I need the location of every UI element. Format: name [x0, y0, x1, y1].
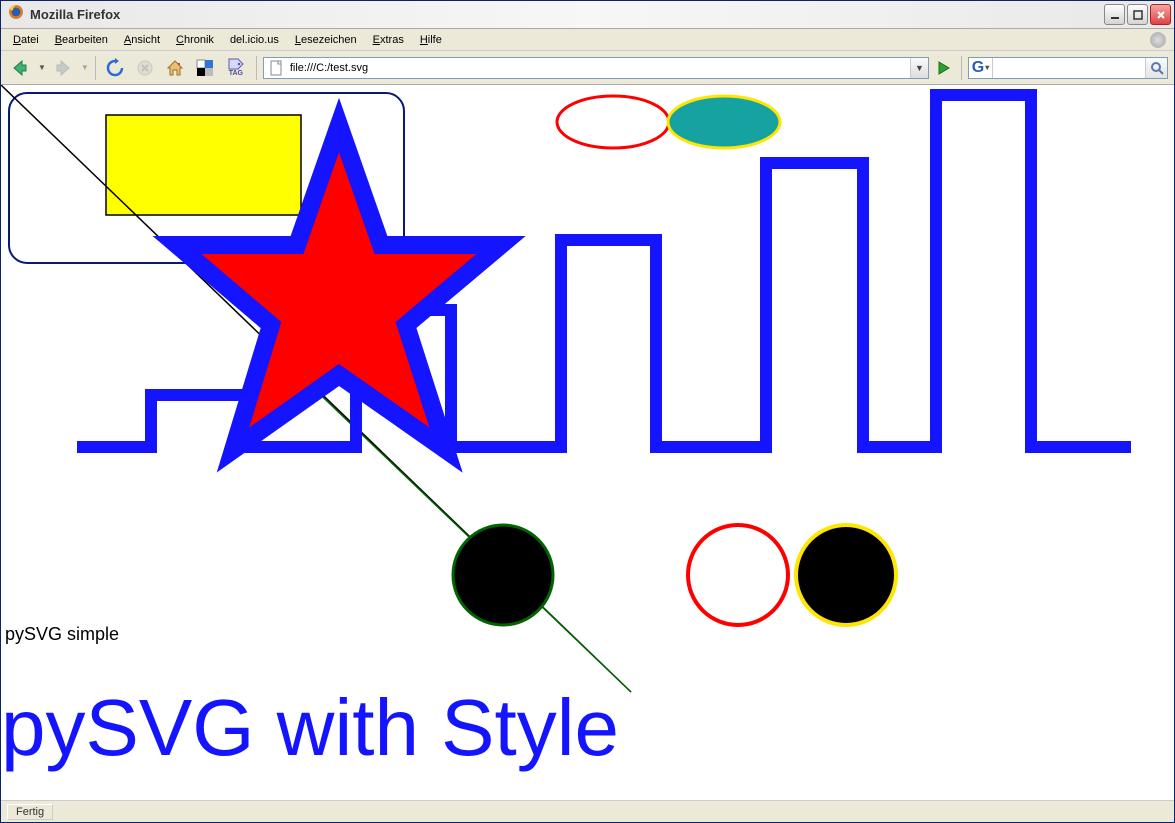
page-icon — [268, 60, 284, 76]
tag-button[interactable]: TAG — [222, 55, 250, 81]
search-button[interactable] — [1145, 58, 1167, 78]
throbber-icon — [1150, 32, 1166, 48]
viewport: pySVG simple pySVG with Style — [1, 85, 1174, 800]
address-bar[interactable]: ▼ — [263, 57, 929, 79]
delicious-button[interactable] — [192, 55, 218, 81]
black-circle-yellow-stroke — [796, 525, 896, 625]
address-dropdown-icon[interactable]: ▼ — [910, 58, 928, 78]
address-input[interactable] — [288, 60, 910, 76]
yellow-rect — [106, 115, 301, 215]
nav-toolbar: ▼ ▼ TAG ▼ — [1, 51, 1174, 85]
menu-chronik[interactable]: Chronik — [168, 31, 222, 49]
black-circle-green-stroke — [453, 525, 553, 625]
teal-ellipse — [668, 96, 780, 148]
search-box[interactable]: G▾ — [968, 57, 1168, 79]
statusbar: Fertig — [1, 800, 1174, 822]
search-engine-icon[interactable]: G▾ — [969, 58, 993, 78]
search-input[interactable] — [993, 60, 1145, 76]
forward-button[interactable] — [50, 55, 76, 81]
menu-bearbeiten[interactable]: Bearbeiten — [47, 31, 116, 49]
titlebar: Mozilla Firefox — [1, 1, 1174, 29]
reload-button[interactable] — [102, 55, 128, 81]
window-title: Mozilla Firefox — [30, 7, 120, 22]
menu-extras[interactable]: Extras — [365, 31, 412, 49]
red-circle-outline — [688, 525, 788, 625]
back-button[interactable] — [7, 55, 33, 81]
stop-button[interactable] — [132, 55, 158, 81]
close-button[interactable] — [1150, 4, 1171, 25]
menu-ansicht[interactable]: Ansicht — [116, 31, 168, 49]
status-text: Fertig — [7, 804, 53, 820]
browser-window: Mozilla Firefox Datei Bearbeiten Ansicht… — [0, 0, 1175, 823]
home-button[interactable] — [162, 55, 188, 81]
svg-text-styled: pySVG with Style — [1, 683, 619, 772]
menubar: Datei Bearbeiten Ansicht Chronik del.ici… — [1, 29, 1174, 51]
menu-datei[interactable]: Datei — [5, 31, 47, 49]
svg-text-simple: pySVG simple — [5, 624, 119, 644]
menu-lesezeichen[interactable]: Lesezeichen — [287, 31, 365, 49]
svg-canvas: pySVG simple pySVG with Style — [1, 85, 1174, 800]
go-button[interactable] — [933, 57, 955, 79]
tag-label: TAG — [229, 70, 243, 77]
menu-hilfe[interactable]: Hilfe — [412, 31, 450, 49]
menu-delicious[interactable]: del.icio.us — [222, 31, 287, 49]
back-dropdown-icon[interactable]: ▼ — [38, 63, 46, 72]
forward-dropdown-icon[interactable]: ▼ — [81, 63, 89, 72]
minimize-button[interactable] — [1104, 4, 1125, 25]
firefox-icon — [8, 4, 24, 25]
maximize-button[interactable] — [1127, 4, 1148, 25]
red-ellipse-outline — [557, 96, 669, 148]
